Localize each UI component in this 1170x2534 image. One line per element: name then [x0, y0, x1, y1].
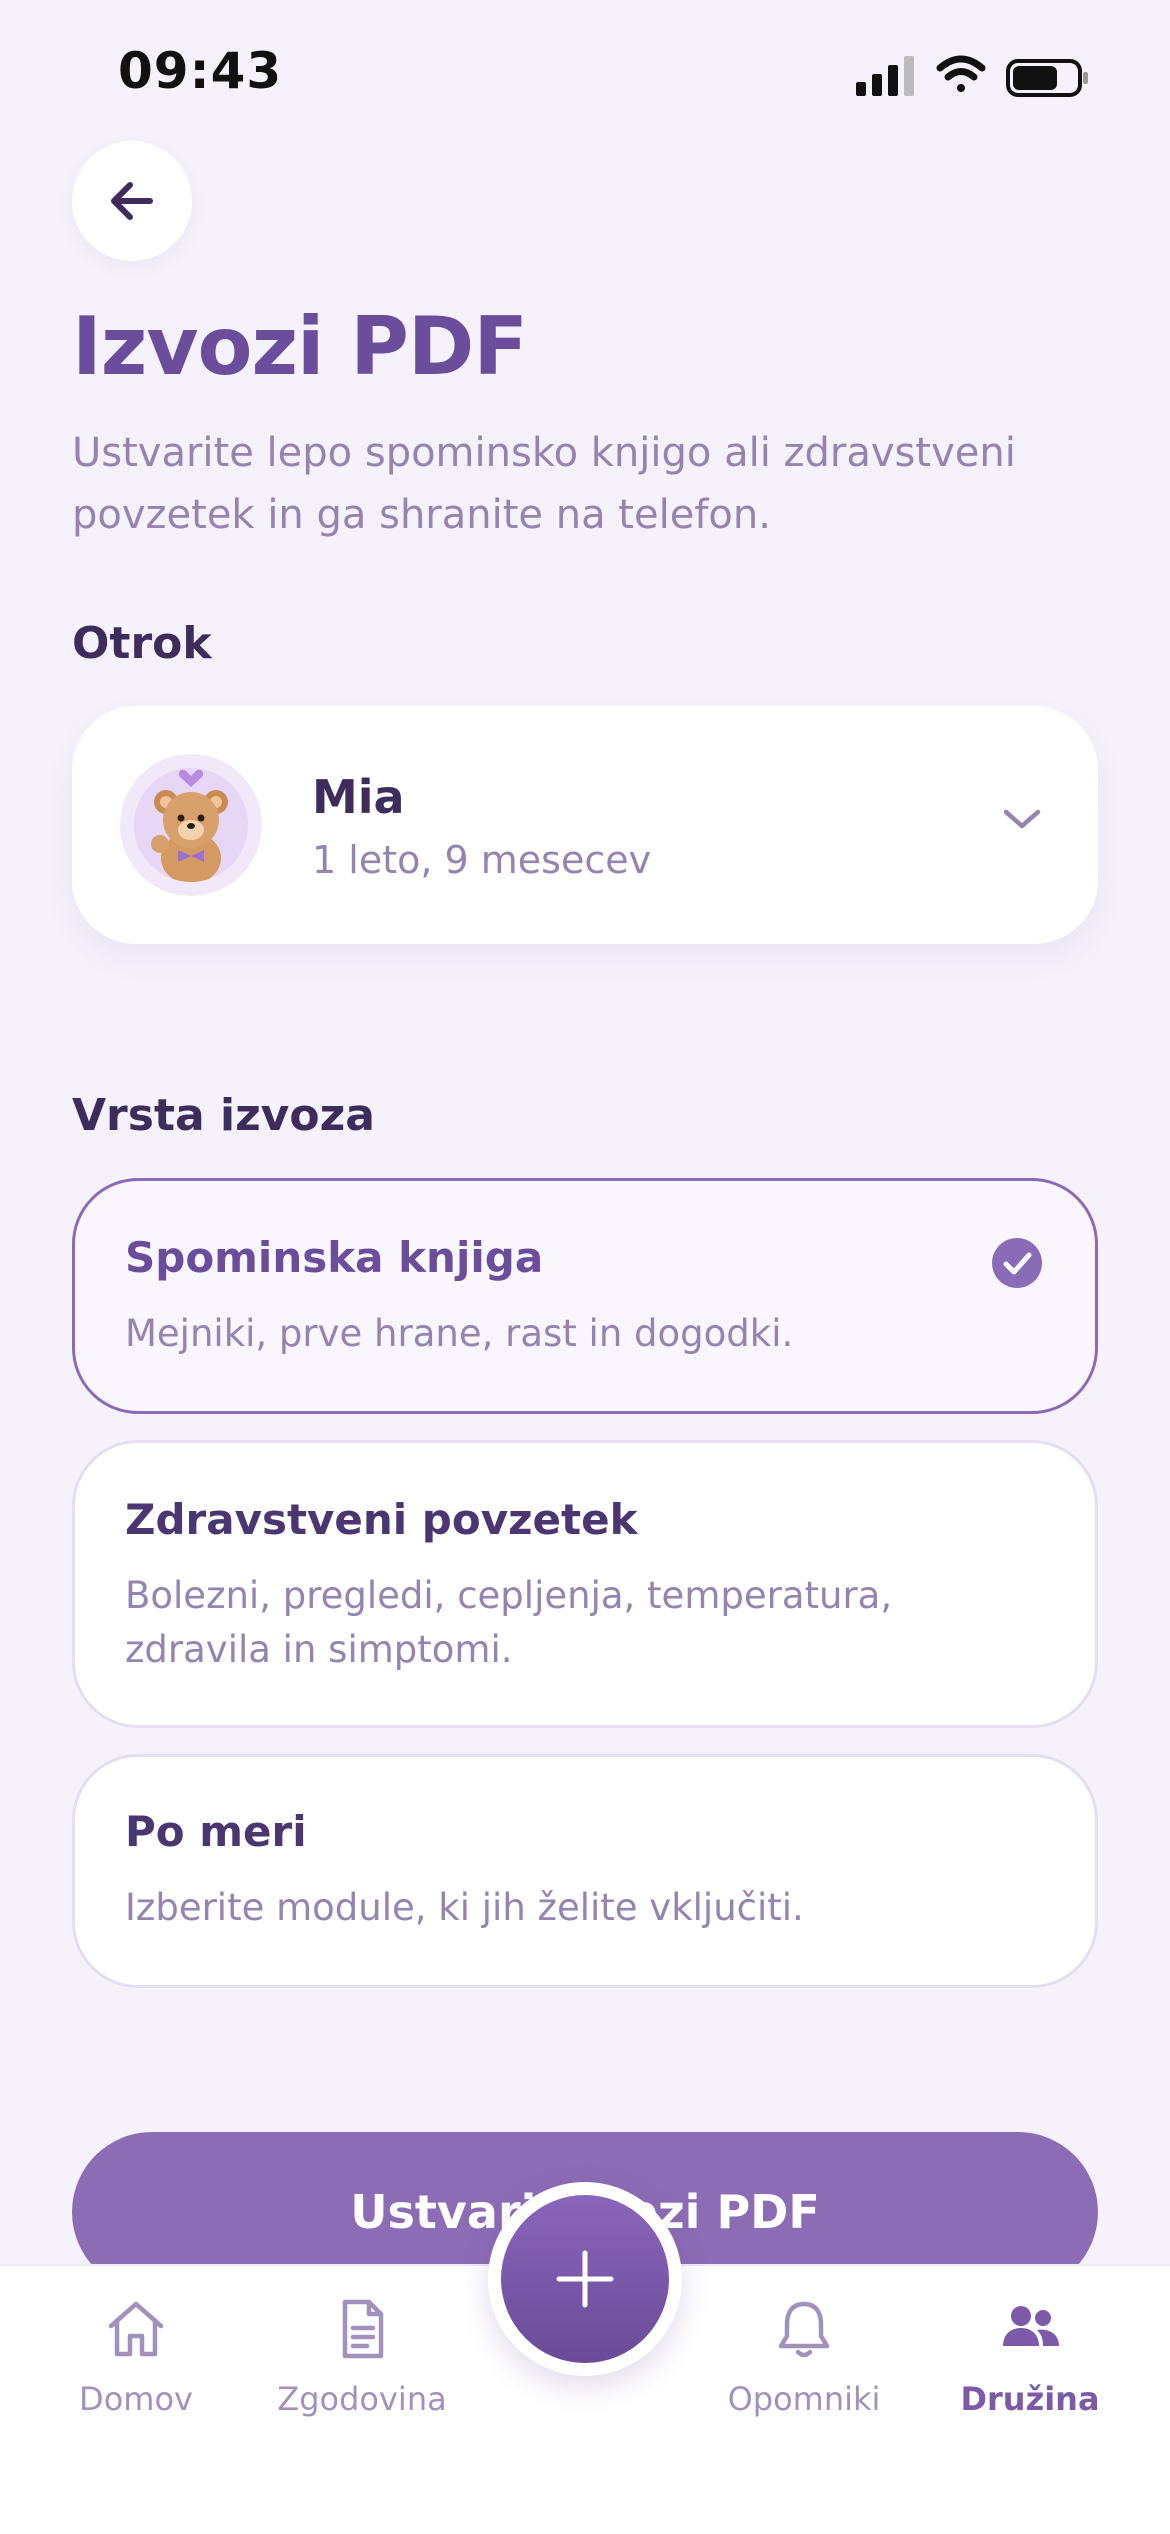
avatar — [120, 754, 262, 896]
chevron-down-icon — [1003, 809, 1041, 829]
page-subtitle: Ustvarite lepo spominsko knjigo ali zdra… — [72, 430, 1016, 538]
export-type-label: Vrsta izvoza — [72, 1090, 375, 1141]
nav-label: Družina — [960, 2380, 1100, 2418]
nav-item-home[interactable]: Domov — [36, 2296, 236, 2418]
option-zdravstveni-povzetek[interactable]: Zdravstveni povzetek Bolezni, pregledi, … — [72, 1440, 1098, 1728]
child-name: Mia — [312, 770, 405, 824]
child-section-label: Otrok — [72, 618, 212, 669]
teddy-bear-icon — [134, 768, 248, 882]
document-icon — [342, 2299, 384, 2359]
battery-icon — [1006, 59, 1088, 97]
bell-icon — [778, 2301, 830, 2358]
option-po-meri[interactable]: Po meri Izberite module, ki jih želite v… — [72, 1754, 1098, 1988]
option-title: Po meri — [125, 1807, 307, 1856]
plus-icon — [556, 2250, 614, 2308]
option-spominska-knjiga[interactable]: Spominska knjiga Mejniki, prve hrane, ra… — [72, 1178, 1098, 1414]
home-icon — [108, 2301, 164, 2357]
status-icons — [852, 52, 1092, 106]
option-title: Zdravstveni povzetek — [125, 1495, 638, 1544]
nav-label: Zgodovina — [277, 2380, 447, 2418]
nav-label: Domov — [79, 2380, 193, 2418]
wifi-icon — [936, 55, 986, 92]
nav-label: Opomniki — [727, 2380, 881, 2418]
back-button[interactable] — [72, 141, 192, 261]
child-age: 1 leto, 9 mesecev — [312, 838, 652, 882]
nav-item-family[interactable]: Družina — [930, 2296, 1130, 2418]
page-title: Izvozi PDF — [72, 300, 528, 393]
status-time: 09:43 — [118, 42, 283, 100]
option-description: Izberite module, ki jih želite vključiti… — [125, 1886, 804, 1929]
family-icon — [1003, 2306, 1059, 2346]
option-description: Mejniki, prve hrane, rast in dogodki. — [125, 1312, 794, 1355]
nav-item-reminders[interactable]: Opomniki — [704, 2296, 904, 2418]
option-title: Spominska knjiga — [125, 1233, 544, 1282]
check-circle-icon — [992, 1238, 1042, 1288]
option-description: Bolezni, pregledi, cepljenja, temperatur… — [125, 1574, 893, 1671]
add-button[interactable] — [488, 2182, 682, 2376]
child-selector[interactable]: Mia 1 leto, 9 mesecev — [72, 706, 1098, 944]
nav-item-history[interactable]: Zgodovina — [262, 2296, 462, 2418]
signal-icon — [856, 56, 914, 96]
arrow-left-icon — [111, 182, 153, 220]
